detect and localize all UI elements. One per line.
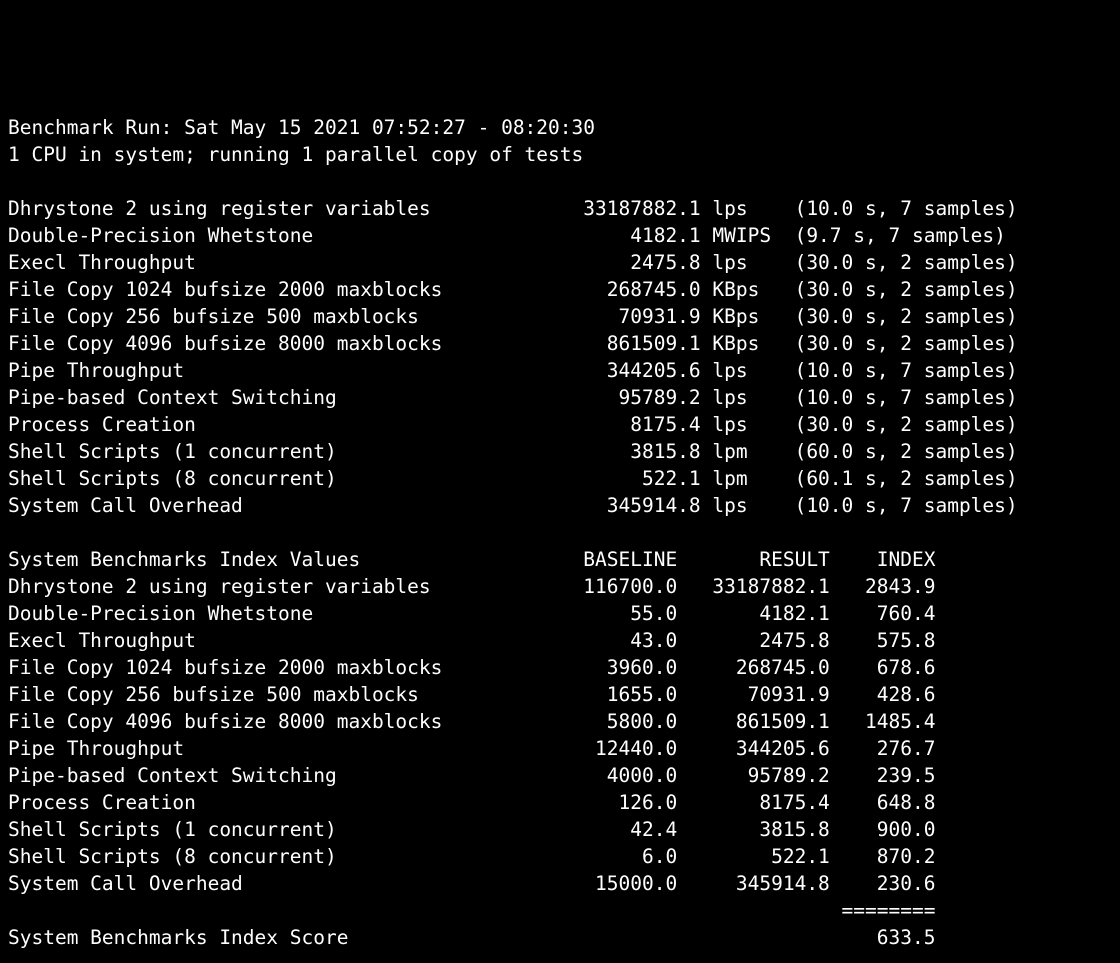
cpu-info: 1 CPU in system; running 1 parallel copy… bbox=[8, 143, 583, 166]
benchmark-run-header: Benchmark Run: Sat May 15 2021 07:52:27 … bbox=[8, 116, 595, 139]
terminal-output: Benchmark Run: Sat May 15 2021 07:52:27 … bbox=[0, 108, 1120, 957]
index-values-block: System Benchmarks Index Values BASELINE … bbox=[8, 548, 935, 895]
test-results-block: Dhrystone 2 using register variables 331… bbox=[8, 197, 1018, 517]
index-score-block: ======== System Benchmarks Index Score 6… bbox=[8, 899, 935, 949]
